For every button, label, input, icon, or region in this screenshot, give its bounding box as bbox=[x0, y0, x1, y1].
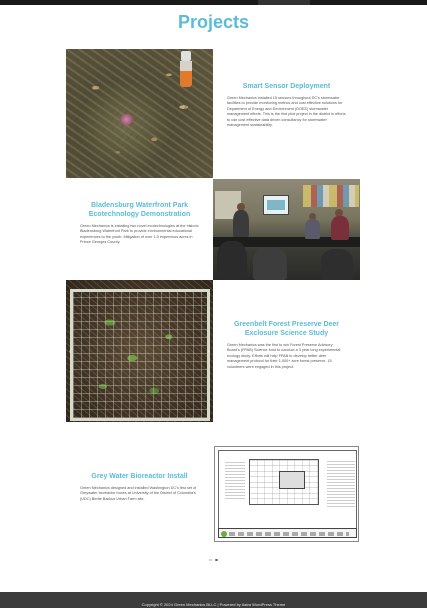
person bbox=[321, 249, 353, 280]
project-title[interactable]: Bladensburg Waterfront Park Ecotechnolog… bbox=[66, 201, 213, 219]
project-description: Green Mechanics installed 15 sensors thr… bbox=[227, 96, 346, 128]
person bbox=[233, 210, 249, 237]
project-image-classroom bbox=[213, 179, 360, 280]
page-title: Projects bbox=[177, 12, 250, 32]
project-card-greenbelt: Greenbelt Forest Preserve Deer Exclosure… bbox=[213, 320, 360, 420]
sensor-device bbox=[179, 51, 193, 89]
person bbox=[253, 247, 287, 280]
project-image-site-plan bbox=[214, 446, 359, 542]
project-description: Green Mechanics is installing two novel … bbox=[80, 224, 199, 245]
carousel-dots bbox=[0, 558, 427, 562]
carousel-dot-1[interactable] bbox=[209, 558, 212, 561]
carousel-next-icon[interactable]: › bbox=[208, 348, 210, 355]
project-title[interactable]: Smart Sensor Deployment bbox=[213, 82, 360, 91]
person bbox=[217, 241, 247, 280]
company-logo-icon bbox=[221, 531, 227, 537]
drawing-border bbox=[218, 450, 357, 529]
projector-screen bbox=[263, 195, 289, 215]
footer-copyright: Copyright © 2024 Green Mechanics BLLC | … bbox=[141, 602, 286, 607]
top-bar-segment bbox=[258, 0, 310, 5]
carousel-dot-2[interactable] bbox=[215, 558, 218, 561]
wall-posters bbox=[303, 185, 359, 207]
project-card-greywater: Grey Water Bioreactor Install Green Mech… bbox=[66, 472, 213, 572]
bioreactor-box bbox=[279, 471, 305, 489]
person bbox=[305, 219, 320, 239]
site-footer: Copyright © 2024 Green Mechanics BLLC | … bbox=[0, 592, 427, 608]
project-image-plot: ‹ › bbox=[66, 280, 213, 422]
project-description: Green Mechanics designed and installed W… bbox=[80, 486, 197, 501]
project-description: Green Mechanics was the first to win For… bbox=[227, 343, 341, 369]
top-bar bbox=[0, 0, 427, 5]
project-title[interactable]: Grey Water Bioreactor Install bbox=[66, 472, 213, 481]
project-title[interactable]: Greenbelt Forest Preserve Deer Exclosure… bbox=[213, 320, 360, 338]
drawing-notes bbox=[225, 461, 245, 501]
project-image-sensor bbox=[66, 49, 213, 178]
drawing-title-block bbox=[218, 528, 357, 538]
sensor-disc bbox=[120, 114, 133, 125]
drawing-legend bbox=[327, 459, 355, 509]
carousel-prev-icon[interactable]: ‹ bbox=[69, 348, 71, 355]
person bbox=[331, 216, 349, 240]
pvc-frame bbox=[70, 289, 210, 421]
project-card-sensor: Smart Sensor Deployment Green Mechanics … bbox=[213, 82, 360, 182]
